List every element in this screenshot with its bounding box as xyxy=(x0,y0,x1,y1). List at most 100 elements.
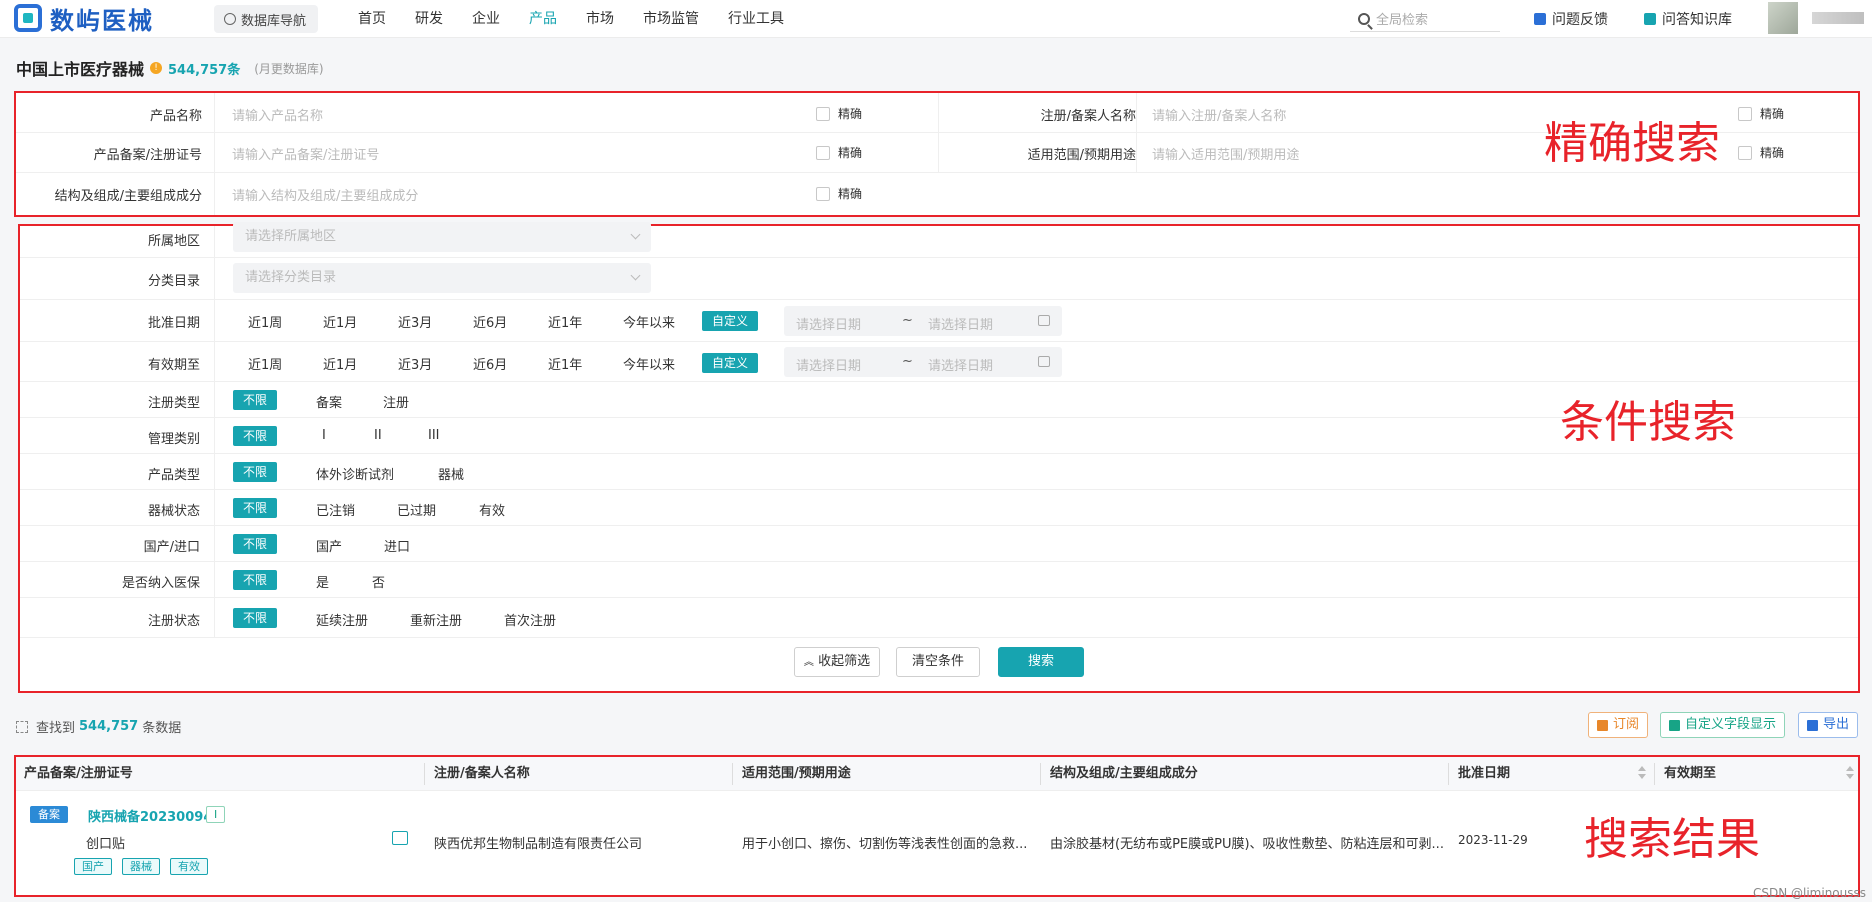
page-title: 中国上市医疗器械 xyxy=(16,60,145,79)
reg-status-renewal[interactable]: 延续注册 xyxy=(316,610,368,629)
col-approval-date[interactable]: 批准日期 xyxy=(1450,757,1510,791)
approval-start-date[interactable]: 请选择日期 xyxy=(796,314,861,333)
approval-period-6m[interactable]: 近6月 xyxy=(473,312,507,331)
valid-period-1w[interactable]: 近1周 xyxy=(248,354,282,373)
reg-type-filing[interactable]: 备案 xyxy=(316,392,342,411)
origin-domestic[interactable]: 国产 xyxy=(316,536,342,555)
valid-period-6m[interactable]: 近6月 xyxy=(473,354,507,373)
reg-status-first[interactable]: 首次注册 xyxy=(504,610,556,629)
region-placeholder: 请选择所属地区 xyxy=(245,229,337,244)
cert-no-input[interactable]: 请输入产品备案/注册证号 xyxy=(232,144,379,163)
checkbox-icon xyxy=(816,186,830,201)
device-status-expired[interactable]: 已过期 xyxy=(397,500,436,519)
valid-date-range[interactable]: 请选择日期 ~ 请选择日期 xyxy=(784,347,1062,377)
avatar[interactable] xyxy=(1768,2,1798,34)
registrant-name[interactable]: 陕西优邦生物制品制造有限责任公司 xyxy=(434,833,642,852)
approval-period-1w[interactable]: 近1周 xyxy=(248,312,282,331)
collapse-filter-button[interactable]: ︽ 收起筛选 xyxy=(794,647,880,677)
sort-asc-icon[interactable] xyxy=(1638,766,1646,771)
reg-status-reregister[interactable]: 重新注册 xyxy=(410,610,462,629)
reg-type-all[interactable]: 不限 xyxy=(233,390,278,410)
cert-number-link[interactable]: 陕西械备20230094 xyxy=(88,806,212,825)
structure-exact-checkbox[interactable]: 精确 xyxy=(816,185,862,202)
username-blurred[interactable] xyxy=(1812,12,1864,24)
structure-input[interactable]: 请输入结构及组成/主要组成成分 xyxy=(232,185,418,204)
insurance-all[interactable]: 不限 xyxy=(233,570,278,590)
sort-asc-icon[interactable] xyxy=(1846,766,1854,771)
product-name-input[interactable]: 请输入产品名称 xyxy=(232,105,323,124)
col-structure[interactable]: 结构及组成/主要组成成分 xyxy=(1042,757,1198,791)
product-type-device[interactable]: 器械 xyxy=(438,464,464,483)
approval-period-1m[interactable]: 近1月 xyxy=(323,312,357,331)
mgmt-class-3[interactable]: III xyxy=(428,428,440,443)
nav-enterprise[interactable]: 企业 xyxy=(472,0,500,38)
nav-product[interactable]: 产品 xyxy=(529,0,557,38)
approval-period-3m[interactable]: 近3月 xyxy=(398,312,432,331)
nav-home[interactable]: 首页 xyxy=(358,0,386,38)
category-select[interactable]: 请选择分类目录 xyxy=(233,263,651,293)
database-nav-button[interactable]: 数据库导航 xyxy=(214,5,319,33)
class-badge: I xyxy=(206,806,226,823)
col-cert-no[interactable]: 产品备案/注册证号 xyxy=(16,757,133,791)
approval-period-custom[interactable]: 自定义 xyxy=(702,311,759,331)
product-name-exact-checkbox[interactable]: 精确 xyxy=(816,105,862,122)
feedback-link[interactable]: 问题反馈 xyxy=(1534,0,1608,38)
origin-import[interactable]: 进口 xyxy=(384,536,410,555)
search-button[interactable]: 搜索 xyxy=(998,647,1084,677)
table-row[interactable]: 备案 陕西械备20230094 I 创口贴 国产 器械 有效 陕西优邦生物制品制… xyxy=(16,791,1858,895)
reg-type-registration[interactable]: 注册 xyxy=(383,392,409,411)
device-status-valid[interactable]: 有效 xyxy=(479,500,505,519)
registrant-name-input[interactable]: 请输入注册/备案人名称 xyxy=(1152,105,1286,124)
nav-tools[interactable]: 行业工具 xyxy=(728,0,784,38)
insurance-yes[interactable]: 是 xyxy=(316,572,329,591)
nav-supervision[interactable]: 市场监管 xyxy=(643,0,699,38)
sort-desc-icon[interactable] xyxy=(1846,774,1854,779)
col-scope[interactable]: 适用范围/预期用途 xyxy=(734,757,851,791)
product-name-label: 产品名称 xyxy=(149,109,202,124)
valid-period-1y[interactable]: 近1年 xyxy=(548,354,582,373)
logo-icon xyxy=(14,4,42,32)
registrant-exact-checkbox[interactable]: 精确 xyxy=(1738,105,1784,122)
valid-start-date[interactable]: 请选择日期 xyxy=(796,355,861,374)
nav-rnd[interactable]: 研发 xyxy=(415,0,443,38)
product-detail-icon[interactable] xyxy=(392,831,408,845)
global-search-input[interactable]: 全局检索 xyxy=(1350,6,1500,32)
product-type-all[interactable]: 不限 xyxy=(233,462,278,482)
reg-status-all[interactable]: 不限 xyxy=(233,608,278,628)
update-note: (月更数据库) xyxy=(254,61,324,76)
region-select[interactable]: 请选择所属地区 xyxy=(233,222,651,252)
valid-period-custom[interactable]: 自定义 xyxy=(702,353,759,373)
device-status-cancelled[interactable]: 已注销 xyxy=(316,500,355,519)
device-status-all[interactable]: 不限 xyxy=(233,498,278,518)
sort-desc-icon[interactable] xyxy=(1638,774,1646,779)
approval-period-ytd[interactable]: 今年以来 xyxy=(623,312,675,331)
origin-tag: 国产 xyxy=(74,858,112,875)
insurance-no[interactable]: 否 xyxy=(372,572,385,591)
approval-date-range[interactable]: 请选择日期 ~ 请选择日期 xyxy=(784,306,1062,336)
valid-period-1m[interactable]: 近1月 xyxy=(323,354,357,373)
product-type-ivd[interactable]: 体外诊断试剂 xyxy=(316,464,394,483)
column-divider xyxy=(1654,763,1655,785)
valid-end-date[interactable]: 请选择日期 xyxy=(928,355,993,374)
export-button[interactable]: 导出 xyxy=(1798,712,1859,738)
clear-conditions-button[interactable]: 清空条件 xyxy=(896,647,980,677)
mgmt-class-1[interactable]: I xyxy=(322,428,326,443)
col-registrant[interactable]: 注册/备案人名称 xyxy=(426,757,530,791)
nav-market[interactable]: 市场 xyxy=(586,0,614,38)
valid-period-ytd[interactable]: 今年以来 xyxy=(623,354,675,373)
subscribe-button[interactable]: 订阅 xyxy=(1588,712,1649,738)
approval-end-date[interactable]: 请选择日期 xyxy=(928,314,993,333)
info-icon[interactable]: ! xyxy=(150,62,163,74)
mgmt-class-2[interactable]: II xyxy=(374,428,382,443)
col-valid-until[interactable]: 有效期至 xyxy=(1656,757,1716,791)
origin-all[interactable]: 不限 xyxy=(233,534,278,554)
brand-logo[interactable]: 数屿医械 xyxy=(14,2,154,35)
knowledge-base-link[interactable]: 问答知识库 xyxy=(1644,0,1732,38)
custom-fields-button[interactable]: 自定义字段显示 xyxy=(1660,712,1786,738)
scope-exact-checkbox[interactable]: 精确 xyxy=(1738,144,1784,161)
mgmt-class-all[interactable]: 不限 xyxy=(233,426,278,446)
scope-input[interactable]: 请输入适用范围/预期用途 xyxy=(1152,144,1299,163)
valid-period-3m[interactable]: 近3月 xyxy=(398,354,432,373)
approval-period-1y[interactable]: 近1年 xyxy=(548,312,582,331)
cert-no-exact-checkbox[interactable]: 精确 xyxy=(816,144,862,161)
